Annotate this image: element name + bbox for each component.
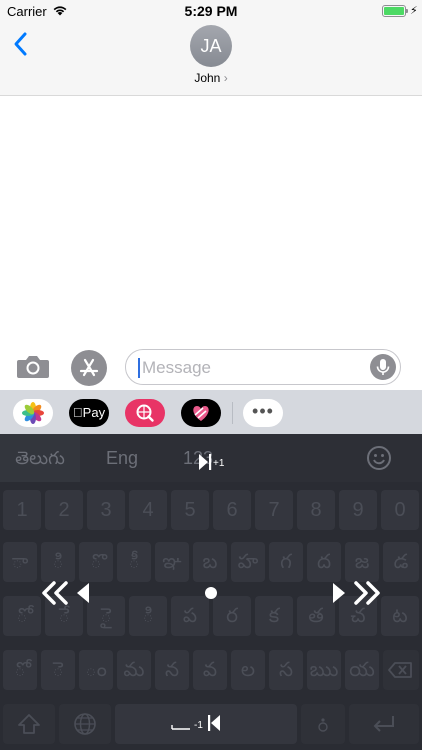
apple-logo-icon: 	[73, 405, 83, 420]
key-row3-9[interactable]: ఋ	[307, 650, 341, 690]
key-row2-3[interactable]: ై	[87, 596, 125, 636]
key-1[interactable]: 1	[3, 490, 41, 530]
clock: 5:29 PM	[184, 3, 238, 19]
key-0[interactable]: 0	[381, 490, 419, 530]
camera-icon[interactable]	[16, 352, 50, 380]
contact-name-row[interactable]: John ›	[0, 71, 422, 85]
battery-level	[384, 7, 404, 15]
key-row1-6[interactable]: బ	[193, 542, 227, 582]
more-apps-button[interactable]: •••	[243, 399, 283, 427]
key-row3-5[interactable]: న	[155, 650, 189, 690]
key-row2-1[interactable]: ో	[3, 596, 41, 636]
telugu-keyboard: తెలుగు Eng 123 +1 1 2 3 4 5 6 7 8 9 0 ా …	[0, 434, 422, 750]
photos-app-button[interactable]	[13, 399, 53, 427]
heart-app-button[interactable]	[181, 399, 221, 427]
move-left-arrows-icon[interactable]	[42, 580, 92, 606]
key-row1-3[interactable]: ొ	[79, 542, 113, 582]
back-chevron-icon[interactable]	[10, 30, 32, 58]
dictation-button[interactable]	[370, 354, 396, 380]
text-cursor	[138, 358, 140, 378]
backspace-icon	[388, 662, 412, 678]
delete-key[interactable]	[383, 650, 419, 690]
key-row3-6[interactable]: వ	[193, 650, 227, 690]
key-row1-11[interactable]: డ	[383, 542, 419, 582]
photos-icon	[22, 402, 44, 424]
key-row3-10[interactable]: య	[345, 650, 379, 690]
key-row1-8[interactable]: గ	[269, 542, 303, 582]
key-row3-1[interactable]: ో	[3, 650, 37, 690]
key-3[interactable]: 3	[87, 490, 125, 530]
key-anusvara[interactable]	[301, 704, 345, 744]
dot-glyph-icon	[318, 718, 328, 732]
key-row1-1[interactable]: ా	[3, 542, 37, 582]
globe-icon	[74, 713, 96, 735]
key-row2-4[interactable]: ి	[129, 596, 167, 636]
search-globe-icon	[136, 404, 154, 422]
key-row3-3[interactable]: ం	[79, 650, 113, 690]
conversation-header: JA John ›	[0, 22, 422, 96]
search-app-button[interactable]	[125, 399, 165, 427]
message-placeholder: Message	[142, 358, 211, 377]
apple-pay-label: Pay	[77, 405, 105, 420]
battery-cap	[406, 9, 408, 13]
key-4[interactable]: 4	[129, 490, 167, 530]
status-bar: Carrier 5:29 PM ⚡	[0, 0, 422, 22]
cursor-right-hint-text: +1	[213, 458, 225, 469]
key-5[interactable]: 5	[171, 490, 209, 530]
move-right-arrows-icon[interactable]	[330, 580, 380, 606]
contact-avatar[interactable]: JA	[190, 25, 232, 67]
message-input-bar: Message	[0, 346, 422, 388]
microphone-icon	[376, 359, 390, 375]
key-9[interactable]: 9	[339, 490, 377, 530]
cursor-left-hint-icon: -1	[171, 715, 220, 731]
gesture-center-dot	[205, 587, 217, 599]
key-6[interactable]: 6	[213, 490, 251, 530]
cursor-right-hint-icon: +1	[199, 454, 225, 470]
key-row1-4[interactable]: ీ	[117, 542, 151, 582]
key-row3-8[interactable]: స	[269, 650, 303, 690]
message-field[interactable]: Message	[125, 349, 401, 385]
app-store-icon	[79, 358, 99, 377]
app-store-button[interactable]	[71, 350, 107, 386]
emoji-icon[interactable]	[366, 445, 392, 471]
tab-english[interactable]: Eng	[82, 434, 162, 482]
imessage-app-tray: Pay •••	[0, 390, 422, 434]
charging-icon: ⚡	[410, 5, 418, 17]
key-row1-9[interactable]: ద	[307, 542, 341, 582]
key-row1-5[interactable]: ఞ	[155, 542, 189, 582]
shift-icon	[18, 714, 40, 734]
key-row3-4[interactable]: మ	[117, 650, 151, 690]
heart-icon	[193, 406, 209, 421]
globe-key[interactable]	[59, 704, 111, 744]
cursor-left-hint-text: -1	[194, 720, 203, 731]
key-row1-10[interactable]: జ	[345, 542, 379, 582]
key-8[interactable]: 8	[297, 490, 335, 530]
key-7[interactable]: 7	[255, 490, 293, 530]
apple-pay-button[interactable]: Pay	[69, 399, 109, 427]
return-icon	[373, 716, 394, 732]
shift-key[interactable]	[3, 704, 55, 744]
key-row2-5[interactable]: ప	[171, 596, 209, 636]
message-thread	[0, 96, 422, 346]
key-2[interactable]: 2	[45, 490, 83, 530]
key-row1-2[interactable]: ి	[41, 542, 75, 582]
battery-icon	[382, 5, 406, 17]
contact-name: John	[194, 71, 221, 85]
key-row3-2[interactable]: ె	[41, 650, 75, 690]
key-row3-7[interactable]: ల	[231, 650, 265, 690]
return-key[interactable]	[349, 704, 419, 744]
key-row1-7[interactable]: హ	[231, 542, 265, 582]
contact-chevron-icon: ›	[223, 71, 228, 85]
keyboard-toolbar: తెలుగు Eng 123 +1	[0, 434, 422, 482]
key-row2-10[interactable]: ట	[381, 596, 419, 636]
tab-telugu[interactable]: తెలుగు	[0, 434, 80, 482]
tray-divider	[232, 402, 233, 424]
key-row2-7[interactable]: క	[255, 596, 293, 636]
key-row2-6[interactable]: ర	[213, 596, 251, 636]
